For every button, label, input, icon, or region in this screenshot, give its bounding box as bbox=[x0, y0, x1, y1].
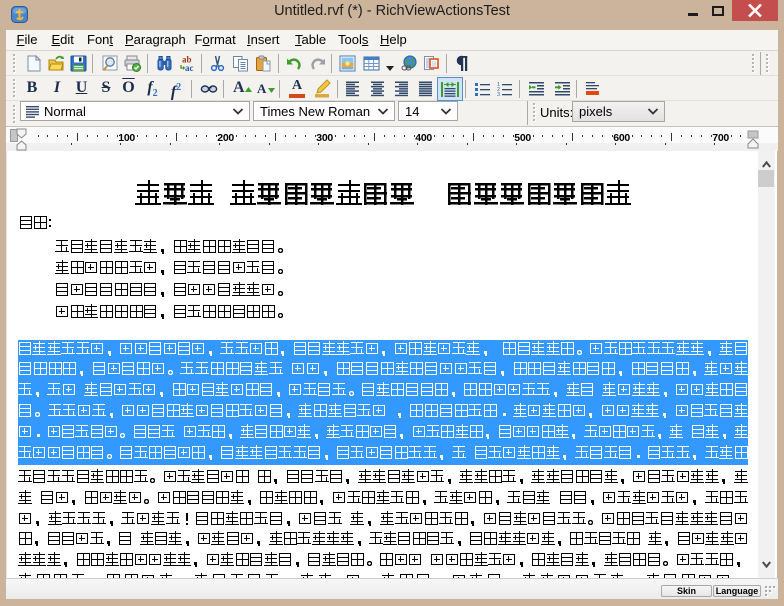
svg-text:3: 3 bbox=[497, 92, 500, 97]
svg-text:ac: ac bbox=[185, 63, 194, 72]
